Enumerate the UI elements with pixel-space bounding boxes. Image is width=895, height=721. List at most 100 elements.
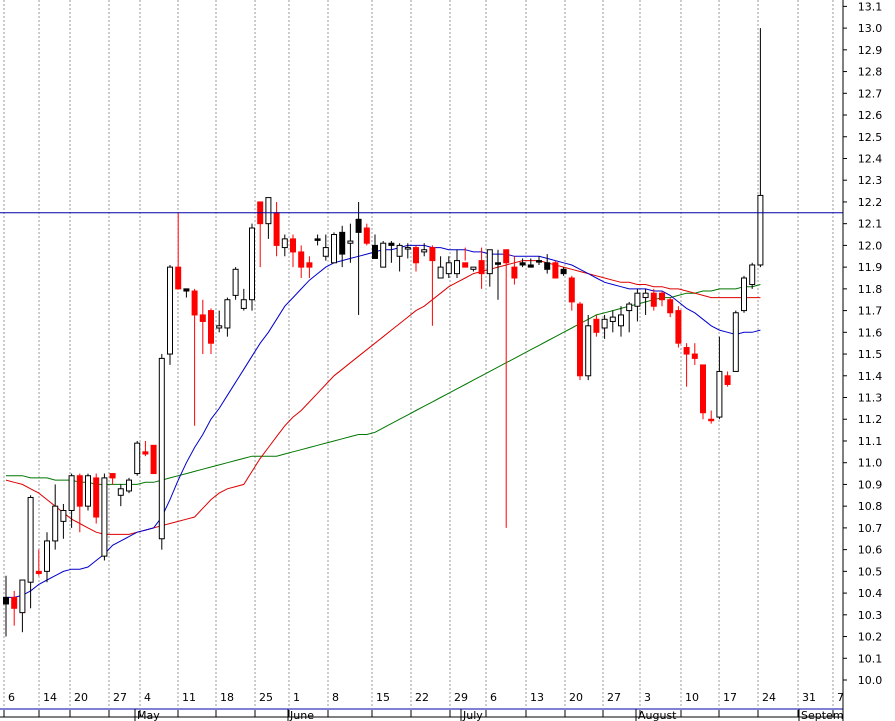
candle-body [544,262,551,270]
candle-body [421,249,428,253]
x-day-label: 18 [220,691,234,704]
x-day-label: 10 [685,691,699,704]
candle-body [601,318,608,329]
y-tick-label: 10.0 [858,674,883,687]
candle-body [11,596,18,609]
candle-body [708,418,715,422]
y-tick-label: 13.1 [858,0,883,13]
candle-body [437,266,444,279]
candle-body [454,260,460,275]
candle [249,223,255,311]
y-tick-label: 12.2 [858,196,883,209]
x-day-label: 8 [332,691,339,704]
y-tick-label: 10.5 [858,565,883,578]
x-day-label: 31 [802,691,816,704]
candle [85,473,91,511]
candle-body [355,218,362,233]
y-tick-label: 10.1 [858,652,883,665]
candle-body [339,231,346,255]
candle-body [3,596,9,605]
y-tick-label: 11.0 [858,457,883,470]
y-tick-label: 10.6 [858,544,883,557]
y-tick-label: 12.3 [858,174,883,187]
candle-body [478,260,485,275]
candle-body [240,299,247,309]
y-tick-label: 10.9 [858,478,883,491]
x-day-label: 1 [293,691,300,704]
candle-body [167,266,173,355]
candle [675,306,682,348]
candle-body [396,244,403,257]
candle [741,275,747,313]
candle-body [52,505,59,542]
candle-body [273,212,280,246]
candle-body [27,496,34,583]
x-day-label: 25 [259,691,273,704]
candle-body [495,262,501,265]
y-tick-label: 11.5 [858,348,883,361]
candle-body [511,266,518,279]
candle-body [68,475,75,512]
x-month-label: July [462,709,483,721]
y-tick-label: 11.3 [858,392,883,405]
candle-body [757,194,764,266]
candle [577,301,583,381]
candle-body [683,347,690,355]
y-tick-label: 10.2 [858,631,883,644]
candle-body [126,479,132,492]
candle [126,477,132,494]
y-tick-label: 12.1 [858,218,883,231]
candle-body [618,314,624,327]
candle-body [117,488,124,496]
y-tick-label: 10.3 [858,609,883,622]
x-day-label: 15 [376,691,390,704]
candle-body [462,262,469,268]
candle-body [560,268,567,275]
candle-body [404,247,411,250]
x-day-label: 29 [454,691,468,704]
x-day-label: 17 [723,691,737,704]
candle-body [183,288,190,292]
candle-body [691,353,698,359]
candle [134,440,141,476]
x-day-label: 27 [607,691,621,704]
candle-body [109,473,116,479]
candle-body [175,266,182,290]
candle-body [634,292,641,307]
candle-body [281,238,288,249]
candle-body [60,510,67,522]
y-tick-label: 12.0 [858,239,883,252]
y-tick-label: 12.9 [858,44,883,57]
candle-body [322,247,329,257]
candle-body [363,227,370,244]
candle-body [445,262,452,275]
candle [101,473,108,561]
candle-body [413,247,419,264]
candle-body [306,262,313,268]
candle-body [519,262,526,266]
y-tick-label: 11.1 [858,435,883,448]
candle [158,354,165,550]
candle [232,267,239,300]
x-day-label: 4 [144,691,151,704]
candle-body [716,370,723,418]
candle-body [150,444,157,475]
y-tick-label: 11.9 [858,261,883,274]
candle-body [585,325,592,377]
candle-body [298,251,305,268]
candle-body [626,303,633,312]
x-day-label: 22 [415,691,429,704]
x-month-label: May [137,709,160,721]
y-tick-label: 11.7 [858,305,883,318]
candle-body [134,442,141,475]
y-tick-label: 12.8 [858,66,883,79]
x-day-label: 20 [569,691,583,704]
candle-body [265,197,272,225]
candle [331,232,337,264]
y-tick-label: 11.2 [858,413,883,426]
candle-body [536,260,542,263]
candle-body [470,266,477,270]
candle-body [732,312,739,372]
candle-body [593,318,600,333]
x-day-label: 6 [8,691,15,704]
